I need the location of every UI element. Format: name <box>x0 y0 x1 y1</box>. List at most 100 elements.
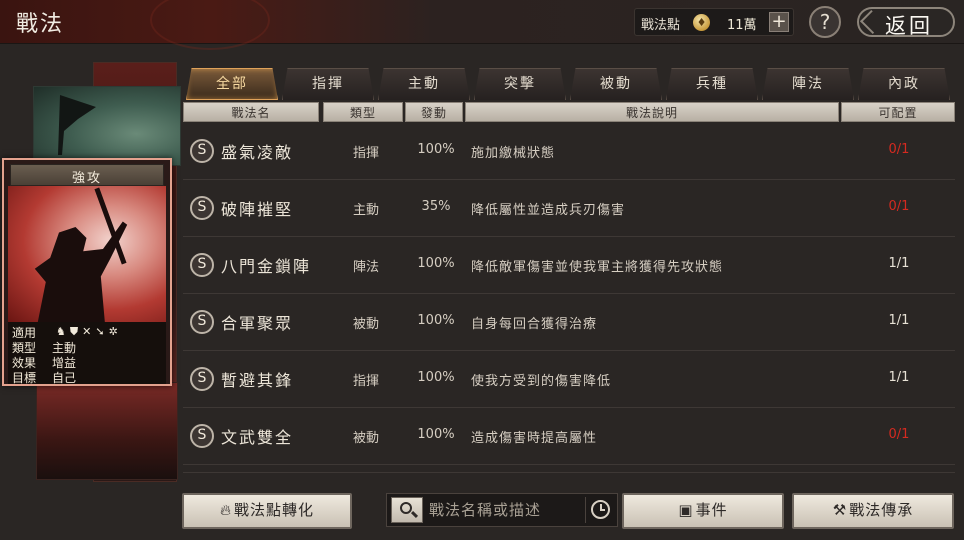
top-bar: 戰法 戰法點 ♦ 11萬 + ? 返回 <box>0 0 964 50</box>
tactic-rate: 35% <box>421 199 451 214</box>
cavalry-icon: ♞ <box>56 325 70 338</box>
card-artwork <box>8 186 166 322</box>
tab-all[interactable]: 全部 <box>186 68 278 100</box>
tactic-type: 被動 <box>352 317 379 332</box>
coin-icon: ♦ <box>693 14 710 31</box>
table-row-partial[interactable] <box>183 472 955 480</box>
tactic-type: 指揮 <box>352 146 379 161</box>
inherit-tactic-button[interactable]: ⚒ 戰法傳承 <box>792 493 954 529</box>
column-allocation[interactable]: 可配置 <box>841 102 955 122</box>
tactic-allocation: 1/1 <box>888 256 910 271</box>
hammer-icon: ⚒ <box>832 501 848 519</box>
spear-icon: ➘ <box>95 325 109 338</box>
tab-formation[interactable]: 陣法 <box>762 68 854 100</box>
convert-points-label: 戰法點轉化 <box>234 501 315 519</box>
table-row[interactable]: S 八門金鎖陣 陣法 100% 降低敵軍傷害並使我軍主將獲得先攻狀態 1/1 <box>183 238 955 294</box>
tab-troop-type[interactable]: 兵種 <box>666 68 758 100</box>
tactic-description: 造成傷害時提高屬性 <box>471 431 598 446</box>
tactic-type: 陣法 <box>352 260 379 275</box>
effect-value: 增益 <box>52 356 77 370</box>
card-row-applicable: 適用 ♞⛊✕➘✲ <box>12 324 118 340</box>
rank-badge: S <box>190 196 214 220</box>
flame-icon: 🔥︎ <box>219 501 232 519</box>
card-row-type: 類型 主動 <box>12 339 77 355</box>
banner-silhouette-icon <box>58 95 96 155</box>
add-points-button[interactable]: + <box>769 12 789 32</box>
convert-points-button[interactable]: 🔥︎ 戰法點轉化 <box>182 493 352 529</box>
tactic-name: 合軍聚眾 <box>221 314 294 333</box>
events-label: 事件 <box>695 501 728 519</box>
tactic-description: 施加繳械狀態 <box>471 146 556 161</box>
tab-internal-affairs[interactable]: 內政 <box>858 68 950 100</box>
wheel-icon: ✲ <box>108 325 122 338</box>
warrior-silhouette <box>34 221 128 322</box>
tab-assault[interactable]: 突擊 <box>474 68 566 100</box>
tab-command[interactable]: 指揮 <box>282 68 374 100</box>
column-rate[interactable]: 發動 <box>405 102 463 122</box>
table-row[interactable]: S 盛氣凌敵 指揮 100% 施加繳械狀態 0/1 <box>183 124 955 180</box>
table-row[interactable]: S 合軍聚眾 被動 100% 自身每回合獲得治療 1/1 <box>183 295 955 351</box>
tactics-list: S 盛氣凌敵 指揮 100% 施加繳械狀態 0/1 S 破陣摧堅 主動 35% … <box>183 124 955 480</box>
category-tabs: 全部 指揮 主動 突擊 被動 兵種 陣法 內政 <box>186 68 950 100</box>
stacked-card-bottom[interactable] <box>36 382 178 480</box>
target-label: 目標 <box>12 371 37 385</box>
tactic-allocation: 1/1 <box>888 313 910 328</box>
history-button[interactable] <box>585 497 615 523</box>
card-info-panel: 適用 ♞⛊✕➘✲ 類型 主動 效果 增益 目標 自己 <box>8 322 166 384</box>
table-header: 戰法名 類型 發動 戰法說明 可配置 <box>183 102 955 122</box>
tactic-name: 暫避其鋒 <box>221 371 294 390</box>
tactic-allocation: 0/1 <box>888 142 910 157</box>
tactic-type: 主動 <box>352 203 379 218</box>
tactic-description: 自身每回合獲得治療 <box>471 317 598 332</box>
rank-badge: S <box>190 139 214 163</box>
tactic-name: 破陣摧堅 <box>221 200 294 219</box>
shield-icon: ⛊ <box>69 325 83 338</box>
tactic-points-panel: 戰法點 ♦ 11萬 + <box>634 8 794 36</box>
help-button[interactable]: ? <box>809 6 841 38</box>
rank-badge: S <box>190 310 214 334</box>
table-row[interactable]: S 暫避其鋒 指揮 100% 使我方受到的傷害降低 1/1 <box>183 352 955 408</box>
tab-active[interactable]: 主動 <box>378 68 470 100</box>
unit-type-icons: ♞⛊✕➘✲ <box>56 325 122 339</box>
tactic-points-value: 11萬 <box>727 18 757 33</box>
search-button[interactable] <box>391 497 423 523</box>
tactic-name: 盛氣凌敵 <box>221 143 294 162</box>
book-icon: ▣ <box>678 501 694 519</box>
card-title-bar: 強攻 <box>10 164 164 186</box>
back-button[interactable]: 返回 <box>857 7 955 38</box>
inherit-tactic-label: 戰法傳承 <box>849 501 914 519</box>
tactic-name: 文武雙全 <box>221 428 294 447</box>
stacked-card-top[interactable] <box>33 86 181 166</box>
rank-badge: S <box>190 253 214 277</box>
selected-tactic-card[interactable]: 強攻 適用 ♞⛊✕➘✲ 類型 主動 效果 增益 目標 自己 <box>2 158 172 386</box>
tab-passive[interactable]: 被動 <box>570 68 662 100</box>
bottom-toolbar: 🔥︎戰法點轉化 ▣事件 ⚒戰法傳承 <box>0 484 964 540</box>
type-value: 主動 <box>52 341 77 355</box>
column-name[interactable]: 戰法名 <box>183 102 319 122</box>
search-bar <box>386 493 618 527</box>
tactic-description: 使我方受到的傷害降低 <box>471 374 612 389</box>
rank-badge: S <box>190 424 214 448</box>
tactic-type: 被動 <box>352 431 379 446</box>
card-title: 強攻 <box>71 171 102 186</box>
bow-icon: ✕ <box>82 325 96 338</box>
tactic-allocation: 1/1 <box>888 370 910 385</box>
tactic-type: 指揮 <box>352 374 379 389</box>
search-icon-handle <box>410 510 419 519</box>
tactic-rate: 100% <box>417 370 455 385</box>
tactic-allocation: 0/1 <box>888 199 910 214</box>
column-description: 戰法說明 <box>465 102 839 122</box>
tactic-name: 八門金鎖陣 <box>221 257 312 276</box>
card-row-effect: 效果 增益 <box>12 354 77 370</box>
page-title: 戰法 <box>16 12 65 37</box>
tactic-description: 降低屬性並造成兵刃傷害 <box>471 203 626 218</box>
table-row[interactable]: S 文武雙全 被動 100% 造成傷害時提高屬性 0/1 <box>183 409 955 465</box>
table-row[interactable]: S 破陣摧堅 主動 35% 降低屬性並造成兵刃傷害 0/1 <box>183 181 955 237</box>
card-row-target: 目標 自己 <box>12 369 76 384</box>
tactic-rate: 100% <box>417 427 455 442</box>
column-type[interactable]: 類型 <box>323 102 403 122</box>
search-input[interactable] <box>429 497 575 523</box>
tactic-rate: 100% <box>417 313 455 328</box>
events-button[interactable]: ▣ 事件 <box>622 493 784 529</box>
tactic-points-label: 戰法點 <box>641 18 681 33</box>
